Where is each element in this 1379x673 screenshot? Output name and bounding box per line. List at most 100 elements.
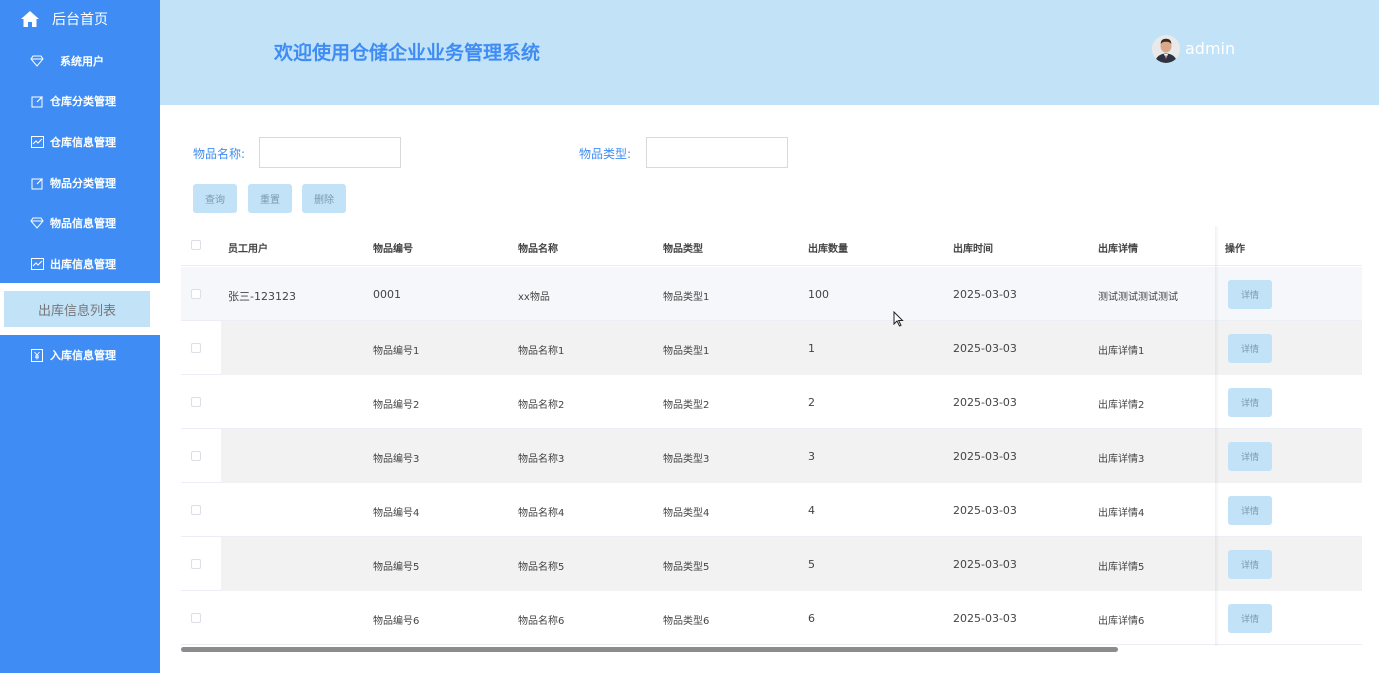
cell-quantity: 6 — [808, 612, 815, 625]
cell-date: 2025-03-03 — [953, 288, 1017, 301]
sidebar-item-warehouse-info[interactable]: 仓库信息管理 — [0, 122, 160, 162]
cell-quantity: 2 — [808, 396, 815, 409]
column-header[interactable]: 物品名称 — [518, 240, 558, 255]
cell-quantity: 100 — [808, 288, 829, 301]
reset-button[interactable]: 重置 — [248, 184, 292, 213]
sidebar-item-label: 系统用户 — [60, 55, 104, 68]
cell-item-name: 物品名称4 — [518, 508, 565, 519]
cell-item-name: 物品名称5 — [518, 562, 565, 573]
row-checkbox[interactable] — [191, 451, 201, 461]
delete-button[interactable]: 删除 — [302, 184, 346, 213]
cell-detail: 出库详情1 — [1098, 346, 1145, 357]
cell-detail: 出库详情5 — [1098, 562, 1145, 573]
table-header: 员工用户 物品编号 物品名称 物品类型 出库数量 出库时间 出库详情 操作 — [181, 226, 1362, 266]
sidebar-subitem-outbound-list[interactable]: 出库信息列表 — [0, 283, 160, 335]
row-checkbox[interactable] — [191, 289, 201, 299]
cell-date: 2025-03-03 — [953, 450, 1017, 463]
cell-employee: 张三-123123 — [228, 290, 296, 303]
detail-button[interactable]: 详情 — [1228, 496, 1272, 525]
diamond-icon — [30, 216, 44, 230]
detail-button[interactable]: 详情 — [1228, 280, 1272, 309]
table-row[interactable]: 物品编号2 物品名称2 物品类型2 2 2025-03-03 出库详情2 详情 — [181, 375, 1362, 429]
detail-button[interactable]: 详情 — [1228, 388, 1272, 417]
avatar[interactable] — [1152, 35, 1180, 63]
cell-quantity: 5 — [808, 558, 815, 571]
sidebar-home-label: 后台首页 — [52, 12, 108, 28]
cell-item-type: 物品类型1 — [663, 292, 710, 303]
column-header[interactable]: 物品编号 — [373, 240, 413, 255]
cell-quantity: 3 — [808, 450, 815, 463]
table-row[interactable]: 物品编号3 物品名称3 物品类型3 3 2025-03-03 出库详情3 详情 — [181, 429, 1362, 483]
cell-item-code: 物品编号6 — [373, 616, 420, 627]
sidebar-subitem-label: 出库信息列表 — [4, 291, 150, 327]
column-header[interactable]: 出库详情 — [1098, 240, 1138, 255]
fixed-column-shadow — [1215, 226, 1219, 646]
table-row[interactable]: 张三-123123 0001 xx物品 物品类型1 100 2025-03-03… — [181, 267, 1362, 321]
table-row[interactable]: 物品编号4 物品名称4 物品类型4 4 2025-03-03 出库详情4 详情 — [181, 483, 1362, 537]
detail-button[interactable]: 详情 — [1228, 334, 1272, 363]
detail-button[interactable]: 详情 — [1228, 604, 1272, 633]
row-checkbox[interactable] — [191, 559, 201, 569]
cell-item-code: 物品编号5 — [373, 562, 420, 573]
sidebar-item-label: 仓库信息管理 — [50, 136, 116, 149]
top-header: 欢迎使用仓储企业业务管理系统 admin — [160, 0, 1379, 105]
select-all-checkbox[interactable] — [191, 240, 201, 250]
cell-item-code: 物品编号1 — [373, 346, 420, 357]
sidebar: 后台首页 系统用户 仓库分类管理 仓库信息管理 物品分类管理 物品信息管理 出库… — [0, 0, 160, 673]
item-type-label: 物品类型: — [579, 147, 632, 161]
cell-item-type: 物品类型5 — [663, 562, 710, 573]
sidebar-item-warehouse-category[interactable]: 仓库分类管理 — [0, 81, 160, 121]
cell-item-code: 物品编号2 — [373, 400, 420, 411]
mouse-cursor-icon — [893, 310, 904, 331]
cell-item-name: 物品名称3 — [518, 454, 565, 465]
chart-icon — [30, 257, 44, 271]
sidebar-item-inbound-info[interactable]: 入库信息管理 — [0, 335, 160, 375]
query-button[interactable]: 查询 — [193, 184, 237, 213]
column-header[interactable]: 出库时间 — [953, 240, 993, 255]
column-header[interactable]: 出库数量 — [808, 240, 848, 255]
sidebar-item-item-category[interactable]: 物品分类管理 — [0, 163, 160, 203]
sidebar-item-system-users[interactable]: 系统用户 — [0, 41, 160, 81]
yen-icon — [30, 348, 44, 362]
cell-quantity: 4 — [808, 504, 815, 517]
cell-item-name: 物品名称1 — [518, 346, 565, 357]
sidebar-item-label: 仓库分类管理 — [50, 95, 116, 108]
cell-date: 2025-03-03 — [953, 504, 1017, 517]
cell-item-type: 物品类型2 — [663, 400, 710, 411]
cell-item-type: 物品类型4 — [663, 508, 710, 519]
sidebar-item-label: 物品分类管理 — [50, 177, 116, 190]
sidebar-item-label: 物品信息管理 — [50, 217, 116, 230]
row-checkbox[interactable] — [191, 397, 201, 407]
table-row[interactable]: 物品编号6 物品名称6 物品类型6 6 2025-03-03 出库详情6 详情 — [181, 591, 1362, 645]
row-checkbox[interactable] — [191, 613, 201, 623]
cell-item-type: 物品类型3 — [663, 454, 710, 465]
cell-item-code: 物品编号3 — [373, 454, 420, 465]
sidebar-item-label: 出库信息管理 — [50, 258, 116, 271]
sidebar-item-item-info[interactable]: 物品信息管理 — [0, 203, 160, 243]
table-row[interactable]: 物品编号1 物品名称1 物品类型1 1 2025-03-03 出库详情1 详情 — [181, 321, 1362, 375]
column-header[interactable]: 员工用户 — [228, 240, 268, 255]
sidebar-item-outbound-info[interactable]: 出库信息管理 — [0, 244, 160, 284]
chart-icon — [30, 135, 44, 149]
item-type-input[interactable] — [646, 137, 788, 168]
row-checkbox[interactable] — [191, 505, 201, 515]
edit-icon — [30, 176, 44, 190]
table-row[interactable]: 物品编号5 物品名称5 物品类型5 5 2025-03-03 出库详情5 详情 — [181, 537, 1362, 591]
cell-item-type: 物品类型6 — [663, 616, 710, 627]
detail-button[interactable]: 详情 — [1228, 550, 1272, 579]
cell-date: 2025-03-03 — [953, 342, 1017, 355]
detail-button[interactable]: 详情 — [1228, 442, 1272, 471]
column-header[interactable]: 物品类型 — [663, 240, 703, 255]
cell-detail: 出库详情4 — [1098, 508, 1145, 519]
item-name-label: 物品名称: — [193, 147, 246, 161]
sidebar-home[interactable]: 后台首页 — [0, 0, 160, 38]
item-name-input[interactable] — [259, 137, 401, 168]
horizontal-scrollbar[interactable] — [181, 647, 1118, 652]
cell-item-name: 物品名称2 — [518, 400, 565, 411]
username[interactable]: admin — [1185, 39, 1235, 58]
cell-item-type: 物品类型1 — [663, 346, 710, 357]
cell-item-name: 物品名称6 — [518, 616, 565, 627]
cell-item-code: 物品编号4 — [373, 508, 420, 519]
row-checkbox[interactable] — [191, 343, 201, 353]
cell-quantity: 1 — [808, 342, 815, 355]
